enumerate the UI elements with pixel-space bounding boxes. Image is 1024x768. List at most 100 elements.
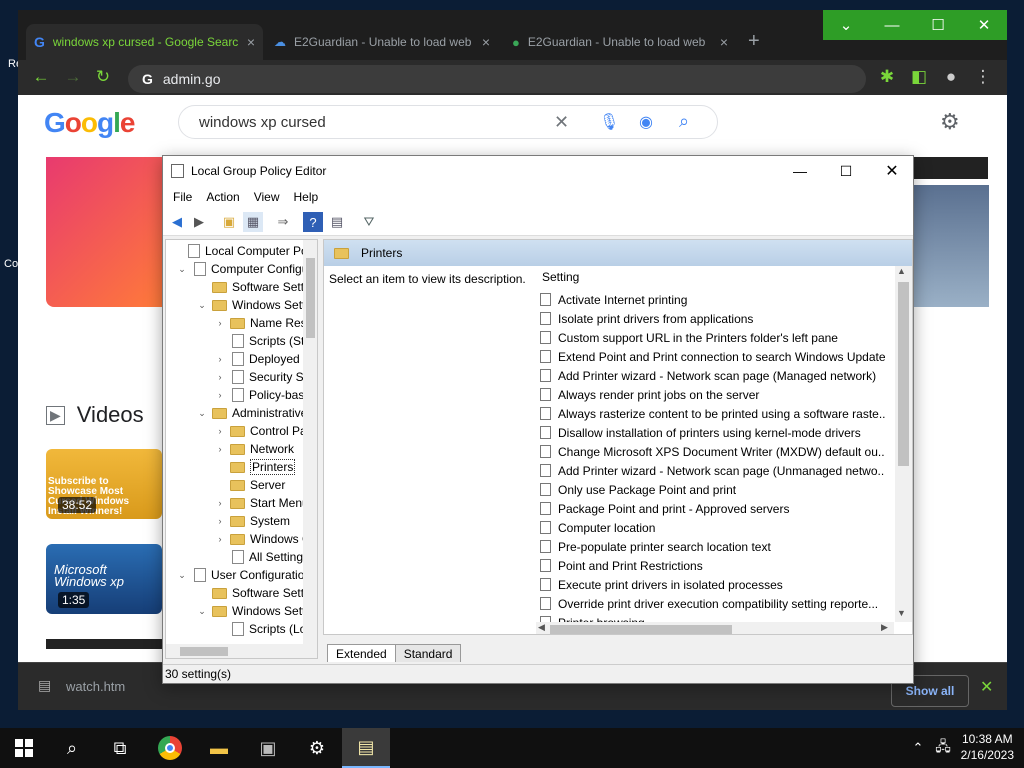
- expand-arrow-icon[interactable]: ›: [214, 390, 226, 400]
- close-button[interactable]: ✕: [869, 156, 915, 186]
- start-button[interactable]: [0, 728, 48, 768]
- chrome-icon[interactable]: [146, 728, 194, 768]
- tab-google-search[interactable]: G windows xp cursed - Google Search ×: [26, 24, 263, 60]
- setting-row[interactable]: Package Point and print - Approved serve…: [540, 499, 885, 518]
- clear-icon[interactable]: ✕: [554, 112, 569, 133]
- collapse-arrow-icon[interactable]: ⌄: [196, 606, 208, 617]
- filter-icon[interactable]: ⛛: [359, 212, 379, 232]
- collapse-arrow-icon[interactable]: ⌄: [196, 408, 208, 419]
- setting-row[interactable]: Always rasterize content to be printed u…: [540, 404, 885, 423]
- scroll-down-icon[interactable]: ▼: [897, 608, 906, 618]
- group-policy-taskbar-icon[interactable]: ▤: [342, 728, 390, 768]
- menu-icon[interactable]: ⋮: [972, 66, 994, 88]
- tree-node[interactable]: Software Settings: [196, 584, 317, 602]
- tree-node[interactable]: Software Settings: [196, 278, 317, 296]
- menu-action[interactable]: Action: [206, 190, 239, 204]
- forward-arrow-icon[interactable]: ▶: [189, 212, 209, 232]
- close-download-bar-icon[interactable]: ✕: [980, 677, 993, 697]
- menu-view[interactable]: View: [254, 190, 280, 204]
- settings-gear-icon[interactable]: ⚙: [940, 109, 960, 135]
- scroll-right-icon[interactable]: ▶: [881, 622, 888, 633]
- setting-row[interactable]: Computer location: [540, 518, 885, 537]
- profile-icon[interactable]: ●: [940, 66, 962, 88]
- properties-icon[interactable]: ▤: [327, 212, 347, 232]
- video-thumbnail[interactable]: Microsoft Windows xp 1:35: [46, 544, 162, 614]
- setting-row[interactable]: Custom support URL in the Printers folde…: [540, 328, 885, 347]
- tab-standard[interactable]: Standard: [394, 644, 462, 662]
- tree-node[interactable]: Local Computer Policy: [170, 242, 317, 260]
- search-input[interactable]: windows xp cursed ✕ 🎙 ◉ ⌕: [178, 105, 718, 139]
- setting-row[interactable]: Isolate print drivers from applications: [540, 309, 885, 328]
- expand-arrow-icon[interactable]: ›: [214, 372, 226, 382]
- expand-arrow-icon[interactable]: ›: [214, 516, 226, 526]
- download-filename[interactable]: watch.htm: [66, 679, 125, 694]
- close-button[interactable]: ✕: [961, 10, 1007, 40]
- menu-help[interactable]: Help: [294, 190, 319, 204]
- setting-row[interactable]: Add Printer wizard - Network scan page (…: [540, 461, 885, 480]
- export-list-icon[interactable]: ⇒: [273, 212, 293, 232]
- scrollbar-thumb[interactable]: [180, 647, 228, 656]
- collapse-arrow-icon[interactable]: ⌄: [196, 300, 208, 311]
- search-icon[interactable]: ⌕: [48, 728, 96, 768]
- tab-extended[interactable]: Extended: [327, 644, 396, 662]
- video-thumbnail[interactable]: [46, 639, 162, 649]
- tree-node[interactable]: All Settings: [214, 548, 309, 566]
- clock[interactable]: 10:38 AM 2/16/2023: [961, 731, 1014, 763]
- setting-column-header[interactable]: Setting: [542, 270, 887, 290]
- tab-search-button[interactable]: ⌄: [823, 10, 869, 40]
- setting-row[interactable]: Add Printer wizard - Network scan page (…: [540, 366, 885, 385]
- expand-arrow-icon[interactable]: ›: [214, 354, 226, 364]
- file-explorer-icon[interactable]: ▬: [195, 728, 243, 768]
- settings-gear-icon[interactable]: ⚙: [293, 728, 341, 768]
- tree-node[interactable]: ⌄ User Configuration: [176, 566, 311, 584]
- menu-file[interactable]: File: [173, 190, 192, 204]
- video-thumbnail[interactable]: Subscribe to Showcase Most Cursed Window…: [46, 449, 162, 519]
- show-hide-tree-icon[interactable]: ▦: [243, 212, 263, 232]
- setting-row[interactable]: Override print driver execution compatib…: [540, 594, 885, 613]
- back-icon[interactable]: ←: [30, 66, 52, 88]
- back-arrow-icon[interactable]: ◀: [167, 212, 187, 232]
- result-image[interactable]: [46, 157, 162, 307]
- scrollbar-thumb[interactable]: [898, 282, 909, 466]
- tree-vertical-scrollbar[interactable]: [303, 240, 317, 644]
- side-panel-icon[interactable]: ◧: [908, 66, 930, 88]
- minimize-button[interactable]: —: [869, 10, 915, 40]
- minimize-button[interactable]: —: [777, 156, 823, 186]
- tree-node[interactable]: Printers: [214, 458, 296, 476]
- up-folder-icon[interactable]: ▣: [219, 212, 239, 232]
- setting-row[interactable]: Extend Point and Print connection to sea…: [540, 347, 885, 366]
- reload-icon[interactable]: ↻: [92, 66, 114, 88]
- forward-icon[interactable]: →: [62, 66, 84, 88]
- close-tab-icon[interactable]: ×: [247, 34, 255, 50]
- app-icon[interactable]: ▣: [244, 728, 292, 768]
- network-icon[interactable]: 🖧: [928, 728, 958, 768]
- collapse-arrow-icon[interactable]: ⌄: [176, 570, 188, 581]
- scroll-left-icon[interactable]: ◀: [538, 622, 545, 633]
- tree-node[interactable]: ⌄ Windows Settings: [196, 296, 317, 314]
- close-tab-icon[interactable]: ×: [482, 34, 490, 50]
- maximize-button[interactable]: ☐: [915, 10, 961, 40]
- tree-node[interactable]: ⌄ Computer Configuration: [176, 260, 317, 278]
- tree-node[interactable]: › Network: [214, 440, 295, 458]
- expand-arrow-icon[interactable]: ›: [214, 534, 226, 544]
- scrollbar-thumb[interactable]: [306, 258, 315, 338]
- task-view-icon[interactable]: ⧉: [96, 728, 144, 768]
- result-image[interactable]: [914, 185, 989, 307]
- microphone-icon[interactable]: 🎙: [599, 112, 619, 132]
- settings-vertical-scrollbar[interactable]: ▲ ▼: [895, 266, 912, 622]
- help-icon[interactable]: ?: [303, 212, 323, 232]
- setting-row[interactable]: Always render print jobs on the server: [540, 385, 885, 404]
- scroll-up-icon[interactable]: ▲: [897, 266, 906, 276]
- tree-node[interactable]: Server: [214, 476, 285, 494]
- setting-row[interactable]: Point and Print Restrictions: [540, 556, 885, 575]
- expand-arrow-icon[interactable]: ›: [214, 318, 226, 328]
- tree-node[interactable]: ⌄Administrative Templates: [196, 404, 317, 422]
- new-tab-button[interactable]: +: [748, 30, 760, 53]
- setting-row[interactable]: Change Microsoft XPS Document Writer (MX…: [540, 442, 885, 461]
- setting-row[interactable]: Activate Internet printing: [540, 290, 885, 309]
- tree-node[interactable]: › System: [214, 512, 291, 530]
- tab-e2guardian-1[interactable]: ☁ E2Guardian - Unable to load web ×: [266, 24, 498, 60]
- extensions-icon[interactable]: ✱: [876, 66, 898, 88]
- camera-icon[interactable]: ◉: [639, 112, 653, 132]
- setting-row[interactable]: Execute print drivers in isolated proces…: [540, 575, 885, 594]
